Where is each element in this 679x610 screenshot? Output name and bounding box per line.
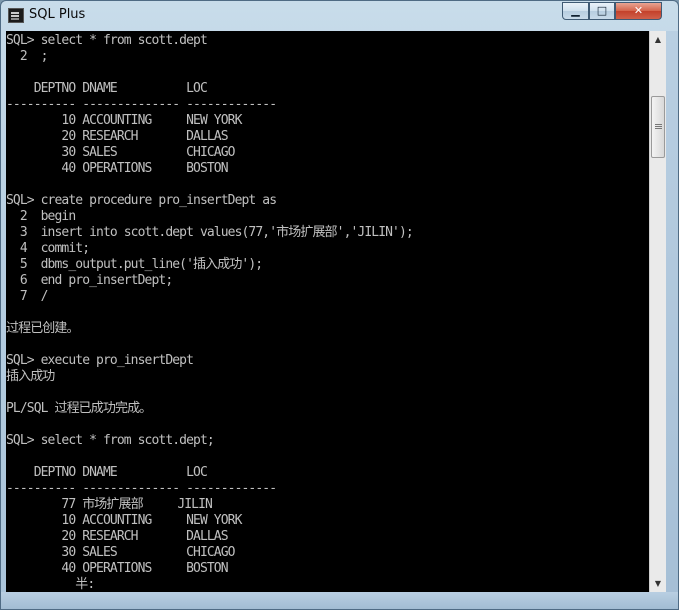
- console-line: 20 RESEARCH DALLAS: [6, 129, 228, 144]
- console-line: DEPTNO DNAME LOC: [6, 81, 208, 96]
- console-line: 6 end pro_insertDept;: [6, 273, 173, 288]
- console-line: 10 ACCOUNTING NEW YORK: [6, 113, 242, 128]
- console-line: DEPTNO DNAME LOC: [6, 465, 208, 480]
- console-line: 30 SALES CHICAGO: [6, 545, 235, 560]
- console-line: SQL> create procedure pro_insertDept as: [6, 193, 277, 208]
- window-frame-right: [666, 31, 678, 592]
- console-line: 10 ACCOUNTING NEW YORK: [6, 513, 242, 528]
- console-line: 2 begin: [6, 209, 76, 224]
- console-line: 3 insert into scott.dept values(77,'市场扩展…: [6, 225, 414, 240]
- minimize-icon: ▁: [571, 4, 580, 17]
- console-line: 30 SALES CHICAGO: [6, 145, 235, 160]
- window-title: SQL Plus: [29, 7, 86, 22]
- console-line: 2 ;: [6, 49, 49, 64]
- console-line: 20 RESEARCH DALLAS: [6, 529, 228, 544]
- scroll-up-icon[interactable]: ▲: [650, 31, 666, 48]
- console-line: 4 commit;: [6, 241, 90, 256]
- console-line: SQL> select * from scott.dept;: [6, 433, 215, 448]
- console-line: ---------- -------------- -------------: [6, 481, 277, 496]
- grip-icon: [655, 124, 662, 125]
- console-output[interactable]: SQL> select * from scott.dept 2 ; DEPTNO…: [6, 31, 649, 592]
- console-line: 半:: [6, 577, 95, 592]
- console-line: 过程已创建。: [6, 321, 80, 336]
- close-icon: ✕: [633, 4, 644, 17]
- sqlplus-window: SQL Plus ▁ □ ✕ SQL> select * from scott.…: [0, 0, 679, 610]
- console-line: 插入成功: [6, 369, 55, 384]
- maximize-icon: □: [596, 4, 608, 17]
- console-line: SQL> select * from scott.dept: [6, 33, 208, 48]
- console-line: 40 OPERATIONS BOSTON: [6, 161, 228, 176]
- minimize-button[interactable]: ▁: [562, 2, 589, 20]
- close-button[interactable]: ✕: [615, 2, 662, 20]
- console-line: ---------- -------------- -------------: [6, 97, 277, 112]
- console-line: 77 市场扩展部 JILIN: [6, 497, 212, 512]
- console-line: SQL> execute pro_insertDept: [6, 353, 194, 368]
- scroll-down-icon[interactable]: ▼: [650, 575, 666, 592]
- vertical-scrollbar[interactable]: ▲ ▼: [649, 31, 666, 592]
- window-frame-bottom: [1, 592, 678, 609]
- console-line: 5 dbms_output.put_line('插入成功');: [6, 257, 263, 272]
- console-line: 40 OPERATIONS BOSTON: [6, 561, 228, 576]
- console-line: PL/SQL 过程已成功完成。: [6, 401, 152, 416]
- sqlplus-app-icon[interactable]: [8, 8, 24, 23]
- maximize-button[interactable]: □: [589, 2, 615, 20]
- scroll-thumb[interactable]: [651, 96, 665, 158]
- title-bar[interactable]: SQL Plus ▁ □ ✕: [1, 1, 678, 32]
- console-line: 7 /: [6, 289, 49, 304]
